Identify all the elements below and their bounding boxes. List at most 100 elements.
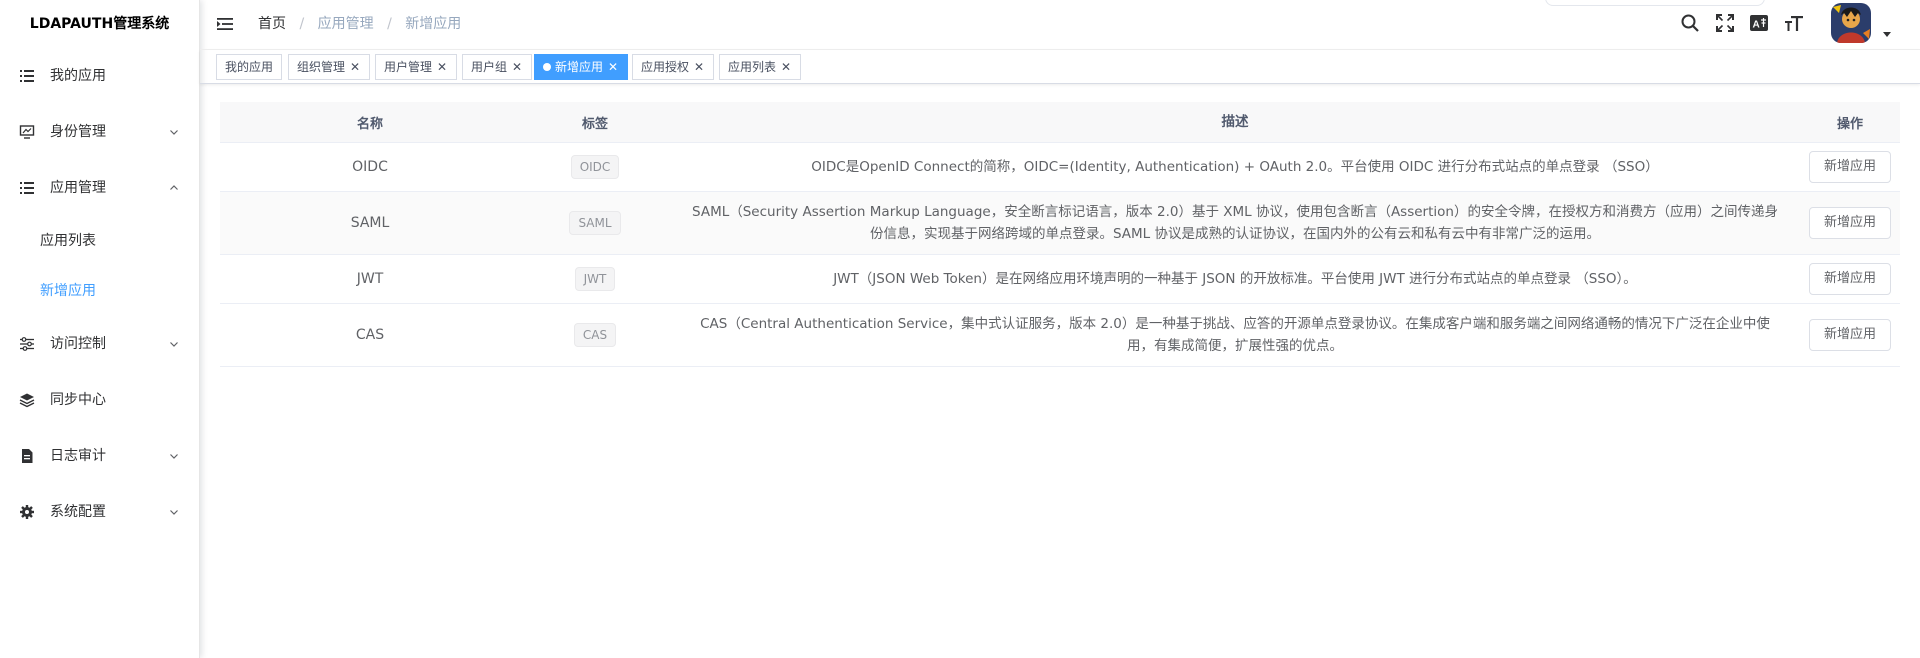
document-icon (22, 449, 33, 463)
sidebar-item-log-audit[interactable]: 日志审计 (0, 428, 199, 484)
close-icon[interactable]: ✕ (780, 55, 792, 79)
chevron-up-icon (170, 185, 178, 190)
table-row: JWT JWT JWT（JSON Web Token）是在网络应用环境声明的一种… (220, 255, 1900, 304)
svg-text:A: A (1753, 20, 1760, 31)
cell-tag: CAS (520, 323, 670, 347)
search-icon[interactable] (1680, 13, 1700, 33)
navbar: 首页 / 应用管理 / 新增应用 A (200, 0, 1920, 50)
cell-tag: SAML (520, 211, 670, 235)
layers-icon (19, 393, 35, 408)
breadcrumb-home[interactable]: 首页 (258, 16, 286, 32)
sidebar-item-label: 同步中心 (50, 392, 106, 408)
tag-my-apps[interactable]: 我的应用 (216, 54, 283, 80)
chevron-down-icon (170, 342, 178, 347)
tag-label: 用户管理 (384, 60, 433, 74)
add-app-button[interactable]: 新增应用 (1808, 319, 1891, 351)
tag-label: 我的应用 (225, 60, 274, 74)
cell-tag: JWT (520, 267, 670, 291)
sidebar-item-system-config[interactable]: 系统配置 (0, 484, 199, 540)
cell-name: CAS (355, 327, 385, 343)
sidebar-subitem-add-app[interactable]: 新增应用 (0, 266, 199, 316)
list-icon (20, 182, 34, 194)
cell-action: 新增应用 (1800, 319, 1900, 351)
table-row: SAML SAML SAML（Security Assertion Markup… (220, 192, 1900, 255)
add-app-button[interactable]: 新增应用 (1808, 151, 1891, 183)
column-header-tag: 标签 (581, 116, 608, 132)
cell-name: OIDC (352, 159, 388, 175)
protocol-tag: SAML (569, 211, 621, 235)
sidebar-item-sync-center[interactable]: 同步中心 (0, 372, 199, 428)
chevron-down-icon (170, 130, 178, 135)
tag-user-management[interactable]: 用户管理 ✕ (375, 54, 458, 80)
close-icon[interactable]: ✕ (349, 55, 361, 79)
avatar-image (1831, 3, 1871, 43)
add-app-button[interactable]: 新增应用 (1808, 263, 1891, 295)
app-type-table: 名称 标签 描述 操作 OIDC OIDC OIDC是OpenID Connec… (220, 102, 1900, 367)
gear-icon (20, 505, 34, 519)
app-root: LDAPAUTH管理系统 我的应用 身份管理 应用管理 应用列表 新增应用 访问… (0, 0, 1920, 658)
sidebar-menu: 我的应用 身份管理 应用管理 应用列表 新增应用 访问控制 同步中心 日志审计 … (0, 48, 199, 540)
close-icon[interactable]: ✕ (436, 55, 448, 79)
tag-label: 应用授权 (641, 60, 690, 74)
column-header-name: 名称 (356, 116, 383, 132)
tag-add-app[interactable]: 新增应用 ✕ (534, 54, 629, 80)
tag-label: 组织管理 (297, 60, 346, 74)
close-icon[interactable]: ✕ (511, 55, 523, 79)
sidebar-item-access-control[interactable]: 访问控制 (0, 316, 199, 372)
breadcrumb: 首页 / 应用管理 / 新增应用 (258, 0, 461, 48)
cell-action: 新增应用 (1800, 263, 1900, 295)
table-row: CAS CAS CAS（Central Authentication Servi… (220, 304, 1900, 367)
column-header-action: 操作 (1836, 116, 1863, 132)
sidebar-subitem-app-list[interactable]: 应用列表 (0, 216, 199, 266)
sidebar-item-app-management[interactable]: 应用管理 (0, 160, 199, 216)
breadcrumb-separator: / (299, 16, 305, 32)
tag-label: 应用列表 (728, 60, 777, 74)
sidebar-item-my-apps[interactable]: 我的应用 (0, 48, 199, 104)
breadcrumb-separator: / (387, 16, 392, 32)
protocol-tag: CAS (573, 323, 617, 347)
caret-down-icon[interactable] (1882, 31, 1892, 39)
chevron-down-icon (170, 510, 178, 515)
monitor-icon (19, 125, 35, 139)
active-dot-icon (543, 63, 551, 71)
tag-org-management[interactable]: 组织管理 ✕ (288, 54, 371, 80)
tag-label: 新增应用 (555, 60, 604, 74)
chevron-down-icon (170, 454, 178, 459)
sliders-icon (20, 337, 34, 351)
sidebar-item-label: 访问控制 (50, 336, 106, 352)
breadcrumb-current: 新增应用 (405, 16, 462, 32)
cell-tag: OIDC (520, 155, 670, 179)
table-row: OIDC OIDC OIDC是OpenID Connect的简称，OIDC=(I… (220, 143, 1900, 192)
table-header: 名称 标签 描述 操作 (220, 102, 1900, 143)
tags-view: 我的应用 组织管理 ✕ 用户管理 ✕ 用户组 ✕ 新增应用 ✕ 应用授权 ✕ 应用列表 ✕ (200, 50, 1920, 84)
sidebar: LDAPAUTH管理系统 我的应用 身份管理 应用管理 应用列表 新增应用 访问… (0, 0, 200, 658)
avatar[interactable] (1831, 3, 1871, 43)
fullscreen-icon[interactable] (1715, 13, 1735, 33)
cell-desc: CAS（Central Authentication Service，集中式认证… (700, 316, 1770, 354)
font-size-icon[interactable] (1784, 13, 1804, 33)
cell-name: SAML (350, 215, 390, 231)
tag-app-authorization[interactable]: 应用授权 ✕ (632, 54, 715, 80)
cell-action: 新增应用 (1800, 207, 1900, 239)
translate-icon[interactable]: A (1749, 13, 1769, 33)
tag-user-group[interactable]: 用户组 ✕ (462, 54, 533, 80)
close-icon[interactable]: ✕ (607, 55, 619, 79)
app-title: LDAPAUTH管理系统 (29, 16, 170, 32)
close-icon[interactable]: ✕ (693, 55, 705, 79)
protocol-tag: OIDC (570, 155, 620, 179)
sidebar-item-label: 系统配置 (50, 504, 106, 520)
tag-app-list[interactable]: 应用列表 ✕ (719, 54, 802, 80)
sidebar-item-label: 身份管理 (50, 124, 106, 140)
cell-action: 新增应用 (1800, 151, 1900, 183)
menu-fold-icon[interactable] (216, 15, 234, 33)
add-app-button[interactable]: 新增应用 (1808, 207, 1891, 239)
search-dropdown-edge (1545, 0, 1765, 6)
cell-desc: SAML（Security Assertion Markup Language，… (692, 204, 1778, 242)
sidebar-item-label: 应用管理 (50, 180, 106, 196)
cell-desc: JWT（JSON Web Token）是在网络应用环境声明的一种基于 JSON … (833, 271, 1637, 287)
list-icon (20, 70, 34, 82)
tag-label: 用户组 (471, 60, 508, 74)
sidebar-item-identity[interactable]: 身份管理 (0, 104, 199, 160)
cell-desc: OIDC是OpenID Connect的简称，OIDC=(Identity, A… (811, 159, 1659, 175)
sidebar-item-label: 我的应用 (50, 68, 106, 84)
